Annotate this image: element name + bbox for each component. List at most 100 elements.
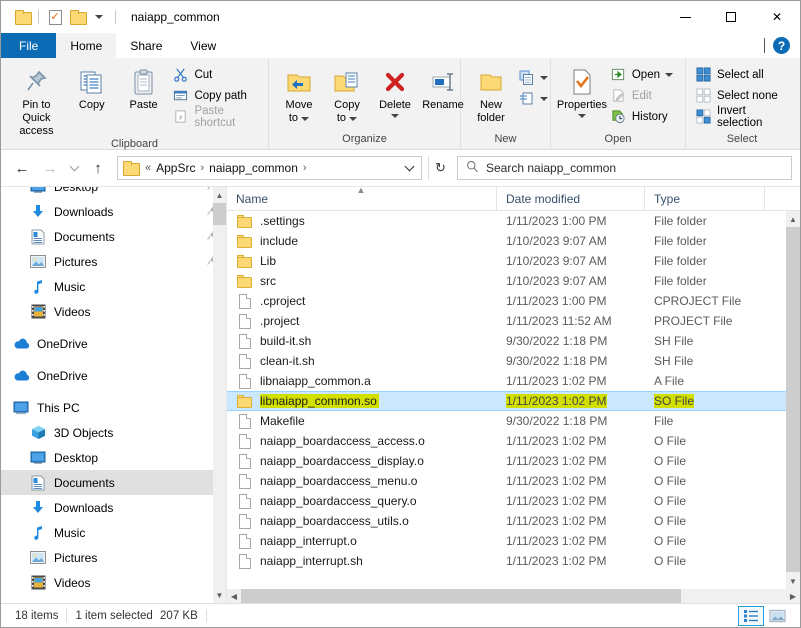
tab-home[interactable]: Home <box>56 33 117 58</box>
file-name-cell[interactable]: naiapp_interrupt.o <box>227 533 497 549</box>
vscroll-thumb[interactable] <box>786 227 800 572</box>
new-folder-button[interactable]: New folder <box>467 61 515 125</box>
table-row[interactable]: libnaiapp_common.a 1/11/2023 1:02 PM A Fil… <box>227 371 786 391</box>
file-name-cell[interactable]: naiapp_boardaccess_access.o <box>227 433 497 449</box>
table-row[interactable]: naiapp_boardaccess_query.o 1/11/2023 1:02… <box>227 491 786 511</box>
sidebar-item-music[interactable]: Music <box>1 520 226 545</box>
file-name-cell[interactable]: .project <box>227 313 497 329</box>
table-row[interactable]: naiapp_interrupt.o 1/11/2023 1:02 PM O Fil… <box>227 531 786 551</box>
file-name-cell[interactable]: src <box>227 274 497 288</box>
details-view-button[interactable] <box>738 605 764 626</box>
nav-scroll-up-icon[interactable]: ▲ <box>213 187 226 203</box>
folder-icon[interactable] <box>11 6 33 28</box>
table-row[interactable]: src 1/10/2023 9:07 AM File folder <box>227 271 786 291</box>
sidebar-item-pictures[interactable]: Pictures <box>1 249 226 274</box>
hscroll-right-icon[interactable]: ▶ <box>786 589 800 603</box>
copy-to-button[interactable]: Copy to <box>323 61 371 125</box>
file-list-hscrollbar[interactable]: ◀ ▶ <box>227 589 800 603</box>
search-box[interactable]: Search naiapp_common <box>457 156 792 180</box>
new-folder-icon[interactable] <box>66 6 88 28</box>
breadcrumb[interactable]: « AppSrc › naiapp_common › <box>117 156 422 180</box>
properties-button[interactable]: Properties <box>557 61 607 118</box>
file-name-cell[interactable]: naiapp_boardaccess_display.o <box>227 453 497 469</box>
file-name-cell[interactable]: libnaiapp_common.a <box>227 373 497 389</box>
move-to-button[interactable]: Move to <box>275 61 323 125</box>
sidebar-item-downloads[interactable]: Downloads <box>1 199 226 224</box>
sidebar-item-3d-objects[interactable]: 3D Objects <box>1 420 226 445</box>
sidebar-item-this-pc[interactable]: This PC <box>1 395 226 420</box>
file-list-vscrollbar[interactable]: ▲ ▼ <box>786 211 800 589</box>
new-item-button[interactable] <box>515 67 554 88</box>
sidebar-item-music[interactable]: Music <box>1 274 226 299</box>
breadcrumb-separator[interactable]: › <box>301 162 309 174</box>
file-name-cell[interactable]: naiapp_boardaccess_menu.o <box>227 473 497 489</box>
select-all-button[interactable]: Select all <box>692 64 792 85</box>
forward-button[interactable]: → <box>37 155 63 181</box>
history-button[interactable]: History <box>607 106 679 127</box>
breadcrumb-item-appsrc[interactable]: AppSrc <box>153 161 198 175</box>
breadcrumb-dropdown-icon[interactable] <box>399 157 419 179</box>
breadcrumb-separator[interactable]: › <box>198 162 206 174</box>
search-input[interactable]: Search naiapp_common <box>486 161 616 175</box>
back-button[interactable]: ← <box>9 155 35 181</box>
paste-shortcut-button[interactable]: Paste shortcut <box>169 105 262 129</box>
table-row[interactable]: .settings 1/11/2023 1:00 PM File folder <box>227 211 786 231</box>
table-row[interactable]: .cproject 1/11/2023 1:00 PM CPROJECT File <box>227 291 786 311</box>
cut-button[interactable]: Cut <box>169 64 262 85</box>
file-name-cell[interactable]: naiapp_boardaccess_utils.o <box>227 513 497 529</box>
sidebar-item-videos[interactable]: Videos <box>1 570 226 595</box>
vscroll-down-icon[interactable]: ▼ <box>786 573 800 589</box>
file-name-cell[interactable]: build-it.sh <box>227 333 497 349</box>
table-row[interactable]: .project 1/11/2023 11:52 AM PROJECT File <box>227 311 786 331</box>
close-button[interactable]: ✕ <box>754 1 800 33</box>
refresh-button[interactable]: ↻ <box>428 156 452 180</box>
file-name-cell[interactable]: Makefile <box>227 413 497 429</box>
up-button[interactable]: ↑ <box>85 155 111 181</box>
copy-button[interactable]: Copy <box>66 61 118 112</box>
tab-file[interactable]: File <box>1 33 57 58</box>
sidebar-item-onedrive[interactable]: OneDrive <box>1 331 226 356</box>
sidebar-item-documents[interactable]: Documents <box>1 470 226 495</box>
invert-selection-button[interactable]: Invert selection <box>692 105 792 129</box>
sidebar-item-desktop[interactable]: Desktop <box>1 445 226 470</box>
sidebar-item-onedrive[interactable]: OneDrive <box>1 363 226 388</box>
nav-scroll-down-icon[interactable]: ▼ <box>213 587 226 603</box>
breadcrumb-item-naiapp-common[interactable]: naiapp_common <box>206 161 301 175</box>
pin-to-quick-access-button[interactable]: Pin to Quick access <box>7 61 66 138</box>
table-row[interactable]: naiapp_interrupt.sh 1/11/2023 1:02 PM O Fi… <box>227 551 786 571</box>
properties-icon[interactable]: ✓ <box>44 6 66 28</box>
breadcrumb-overflow[interactable]: « <box>143 162 153 174</box>
table-row[interactable]: naiapp_boardaccess_access.o 1/11/2023 1:0… <box>227 431 786 451</box>
hscroll-thumb[interactable] <box>241 589 681 603</box>
sidebar-item-desktop[interactable]: Desktop <box>1 187 226 199</box>
minimize-button[interactable] <box>662 1 708 33</box>
tab-view[interactable]: View <box>176 33 231 58</box>
help-icon[interactable]: ? <box>773 37 790 54</box>
column-header-spacer[interactable] <box>765 187 800 211</box>
file-name-cell[interactable]: naiapp_boardaccess_query.o <box>227 493 497 509</box>
nav-scroll-thumb[interactable] <box>213 203 226 225</box>
table-row[interactable]: Makefile 9/30/2022 1:18 PM File <box>227 411 786 431</box>
sidebar-item-downloads[interactable]: Downloads <box>1 495 226 520</box>
file-name-cell[interactable]: clean-it.sh <box>227 353 497 369</box>
table-row[interactable]: include 1/10/2023 9:07 AM File folder <box>227 231 786 251</box>
table-row[interactable]: Lib 1/10/2023 9:07 AM File folder <box>227 251 786 271</box>
rename-button[interactable]: Rename <box>419 61 467 112</box>
tab-share[interactable]: Share <box>116 33 177 58</box>
table-row[interactable]: naiapp_boardaccess_utils.o 1/11/2023 1:02… <box>227 511 786 531</box>
table-row[interactable]: build-it.sh 9/30/2022 1:18 PM SH File <box>227 331 786 351</box>
maximize-button[interactable] <box>708 1 754 33</box>
file-name-cell[interactable]: Lib <box>227 254 497 268</box>
recent-locations-button[interactable] <box>65 155 83 181</box>
paste-button[interactable]: Paste <box>118 61 170 112</box>
sidebar-item-pictures[interactable]: Pictures <box>1 545 226 570</box>
file-name-cell[interactable]: .cproject <box>227 293 497 309</box>
table-row[interactable]: naiapp_boardaccess_display.o 1/11/2023 1:… <box>227 451 786 471</box>
copy-path-button[interactable]: Copy path <box>169 85 262 106</box>
file-name-cell[interactable]: include <box>227 234 497 248</box>
easy-access-button[interactable] <box>515 88 554 109</box>
file-name-cell[interactable]: libnaiapp_common.so <box>227 394 497 408</box>
column-header-name[interactable]: ▲ Name <box>227 185 497 211</box>
file-name-cell[interactable]: naiapp_interrupt.sh <box>227 553 497 569</box>
sidebar-item-videos[interactable]: Videos <box>1 299 226 324</box>
